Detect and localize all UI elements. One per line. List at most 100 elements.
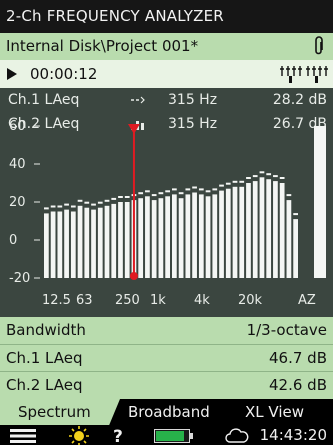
- max-hold-marker: [165, 190, 170, 193]
- spectrum-panel: Ch.1 LAeq 315 Hz 28.2 dB Ch.2 LAeq 315 H…: [0, 88, 333, 317]
- status-bar: 00:00:12: [0, 60, 333, 88]
- max-hold-marker: [266, 173, 272, 176]
- max-hold-marker: [57, 205, 63, 208]
- ch2-total-value: 42.6 dB: [269, 376, 327, 394]
- y-tick-label: -20: [9, 271, 30, 286]
- ch2-total-row[interactable]: Ch.2 LAeq 42.6 dB: [0, 371, 333, 399]
- x-tick-label: 12.5: [42, 293, 71, 308]
- x-tick-label: 250: [115, 293, 140, 308]
- spectrum-bar: [97, 207, 103, 278]
- app-title: 2-Ch FREQUENCY ANALYZER: [0, 0, 333, 33]
- max-hold-marker: [138, 192, 144, 195]
- max-hold-marker: [84, 201, 90, 204]
- bandwidth-value: 1/3-octave: [246, 321, 327, 339]
- trigger-icon: [306, 66, 328, 83]
- max-hold-marker: [205, 190, 211, 193]
- spectrum-bar: [252, 181, 258, 278]
- max-hold-marker: [286, 194, 292, 197]
- clock: 14:43:20: [259, 426, 327, 444]
- help-icon[interactable]: ?: [112, 426, 126, 445]
- project-path-bar[interactable]: Internal Disk\Project 001*: [0, 33, 333, 60]
- spectrum-bar: [178, 198, 184, 278]
- ch2-total-label: Ch.2 LAeq: [6, 376, 83, 394]
- ch1-frequency: 315 Hz: [168, 92, 218, 108]
- project-path: Internal Disk\Project 001*: [6, 37, 199, 55]
- max-hold-marker: [239, 180, 245, 183]
- x-tick-label: 63: [76, 293, 93, 308]
- tab-spectrum[interactable]: Spectrum: [0, 399, 120, 425]
- ch1-readout[interactable]: Ch.1 LAeq 315 Hz 28.2 dB: [0, 88, 333, 112]
- max-hold-marker: [50, 205, 56, 208]
- spectrum-bar: [259, 177, 265, 278]
- spectrum-bar: [286, 200, 292, 278]
- max-hold-marker: [178, 192, 184, 195]
- spectrum-bar: [273, 181, 278, 278]
- spectrum-bar: [151, 200, 157, 278]
- max-hold-marker: [192, 186, 197, 189]
- spectrum-bar: [198, 194, 204, 278]
- max-hold-marker: [219, 184, 224, 187]
- x-tick-label: 4k: [194, 293, 210, 308]
- max-hold-marker: [158, 192, 164, 195]
- cursor-marker-top: [127, 124, 140, 134]
- spectrum-bar: [279, 183, 285, 278]
- max-hold-marker: [246, 177, 251, 179]
- spectrum-bar: [84, 207, 90, 278]
- spectrum-bar: [225, 188, 231, 278]
- bandwidth-label: Bandwidth: [6, 321, 86, 339]
- menu-icon[interactable]: [10, 429, 36, 443]
- battery-icon: [154, 429, 193, 443]
- max-hold-marker: [252, 175, 258, 178]
- spectrum-bar: [232, 186, 238, 278]
- max-hold-marker: [44, 207, 49, 210]
- max-hold-marker: [97, 201, 103, 204]
- spectrum-bar: [57, 211, 63, 278]
- spectrum-chart[interactable]: 60 40 20 0 -20 12.5 63 250 1k 4k 20k AZ: [0, 118, 333, 317]
- analyzer-screen: 2-Ch FREQUENCY ANALYZER Internal Disk\Pr…: [0, 0, 333, 445]
- spectrum-bar: [165, 196, 170, 278]
- max-hold-marker: [151, 194, 157, 197]
- cloud-icon: [225, 428, 249, 443]
- spectrum-bar: [212, 194, 218, 278]
- spectrum-bar: [172, 194, 177, 278]
- max-hold-marker: [279, 177, 285, 179]
- ch1-value: 28.2 dB: [272, 92, 327, 108]
- spectrum-bar: [91, 209, 96, 278]
- spectrum-bar: [118, 202, 123, 278]
- bandwidth-row[interactable]: Bandwidth 1/3-octave: [0, 317, 333, 344]
- y-tick-label: 20: [9, 195, 26, 210]
- tab-broadband[interactable]: Broadband: [128, 399, 210, 425]
- max-hold-marker: [145, 190, 150, 193]
- max-hold-marker: [124, 196, 130, 198]
- cursor-marker-bottom: [129, 272, 138, 280]
- tab-xl-view[interactable]: XL View: [245, 399, 304, 425]
- spectrum-bar: [145, 196, 150, 278]
- spectrum-bar: [192, 192, 197, 278]
- spectrum-bar: [219, 190, 224, 278]
- play-icon[interactable]: [7, 68, 17, 80]
- elapsed-time: 00:00:12: [30, 65, 98, 83]
- y-tick-label: 0: [9, 233, 17, 248]
- ch1-total-row[interactable]: Ch.1 LAeq 46.7 dB: [0, 344, 333, 372]
- max-hold-marker: [172, 188, 177, 191]
- spectrum-bar: [64, 209, 69, 278]
- spectrum-bar: [246, 183, 251, 278]
- paperclip-icon: [315, 36, 323, 55]
- max-hold-marker: [232, 180, 238, 183]
- spectrum-bar: [44, 213, 49, 278]
- max-hold-marker: [293, 213, 298, 216]
- sun-icon[interactable]: [68, 426, 90, 445]
- ch1-total-label: Ch.1 LAeq: [6, 349, 83, 367]
- max-hold-marker: [259, 171, 265, 174]
- max-hold-marker: [225, 182, 231, 185]
- spectrum-bar: [138, 198, 144, 278]
- ch1-readout-label: Ch.1 LAeq: [8, 92, 80, 108]
- spectrum-bar: [77, 205, 83, 278]
- x-tick-label: 20k: [238, 293, 263, 308]
- max-hold-marker: [198, 188, 204, 191]
- spectrum-bar: [124, 202, 130, 278]
- max-hold-marker: [104, 199, 110, 202]
- spectrum-bar: [239, 186, 245, 278]
- max-hold-marker: [111, 197, 117, 200]
- max-hold-marker: [70, 205, 76, 208]
